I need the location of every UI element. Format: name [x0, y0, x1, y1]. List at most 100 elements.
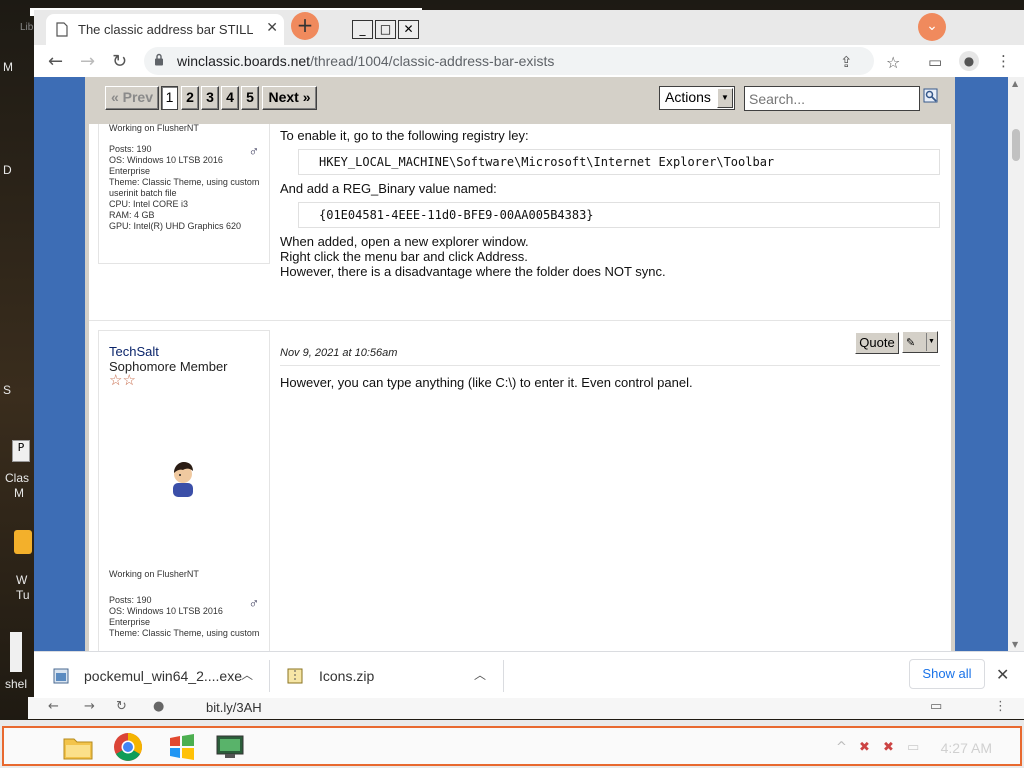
menu-icon: ⋮ [994, 699, 1007, 714]
sidepanel-icon: ▭ [930, 699, 943, 714]
file-explorer-icon[interactable] [62, 732, 94, 762]
actions-dropdown[interactable]: Actions ▼ [659, 86, 735, 110]
user-stat: OS: Windows 10 LTSB 2016 [109, 606, 223, 616]
user-profile-box: Working on FlusherNT ♂ Posts: 190 OS: Wi… [98, 124, 270, 264]
user-stat: Theme: Classic Theme, using custom [109, 628, 260, 638]
scroll-up-icon[interactable]: ▲ [1012, 79, 1018, 88]
dropdown-arrow-icon[interactable]: ▼ [926, 333, 936, 351]
user-stat: Enterprise [109, 166, 151, 176]
notification-icon[interactable]: ▭ [907, 740, 919, 755]
post-text: To enable it, go to the following regist… [280, 128, 529, 143]
search-input[interactable] [744, 86, 920, 111]
url-domain: winclassic.boards.net [177, 53, 311, 69]
user-stat: RAM: 4 GB [109, 210, 155, 220]
bookmark-star-icon[interactable]: ☆ [886, 53, 900, 72]
reload-icon: ↻ [116, 699, 127, 714]
desktop-control[interactable]: P [12, 440, 30, 462]
page-2-button[interactable]: 2 [181, 86, 199, 110]
monitor-app-icon[interactable] [214, 732, 246, 762]
user-stat: Posts: 190 [109, 595, 152, 605]
zip-file-icon [287, 668, 303, 683]
chevron-up-icon[interactable]: ︿ [474, 666, 486, 683]
user-profile-box: TechSalt Sophomore Member ☆☆ Working on … [98, 330, 270, 651]
forward-icon[interactable]: → [80, 51, 95, 72]
tab-active[interactable]: The classic address bar STILL exis ✕ [46, 14, 284, 45]
tab-search-button[interactable]: ⌄ [918, 13, 946, 41]
back-icon: ← [48, 699, 59, 714]
search-icon[interactable] [923, 88, 939, 104]
code-block: HKEY_LOCAL_MACHINE\Software\Microsoft\In… [298, 149, 940, 175]
page-4-button[interactable]: 4 [221, 86, 239, 110]
profile-avatar-icon[interactable]: ● [959, 51, 979, 71]
scrollbar-thumb[interactable] [1012, 129, 1020, 161]
exe-file-icon [53, 668, 69, 683]
user-stat: CPU: Intel CORE i3 [109, 199, 189, 209]
user-stat: Posts: 190 [109, 144, 152, 154]
address-bar[interactable]: winclassic.boards.net/thread/1004/classi… [144, 47, 874, 75]
user-working-on: Working on FlusherNT [109, 569, 199, 579]
post-message: To enable it, go to the following regist… [280, 128, 940, 279]
lock-icon [155, 53, 163, 66]
taskbar-clock[interactable]: 4:27 AM [941, 740, 992, 756]
download-separator [269, 660, 270, 692]
post-options-button[interactable]: ✎ ▼ [902, 331, 938, 353]
volume-error-icon[interactable]: ✖ [883, 740, 894, 755]
desktop-fragment: D [3, 163, 12, 177]
windows-start-icon[interactable] [166, 732, 198, 762]
page-scrollbar[interactable]: ▲ ▼ [1008, 77, 1024, 651]
code-block: {01E04581-4EEE-11d0-BFE9-00AA005B4383} [298, 202, 940, 228]
network-error-icon[interactable]: ✖ [859, 740, 870, 755]
posts-area: Working on FlusherNT ♂ Posts: 190 OS: Wi… [89, 124, 951, 651]
post-divider [89, 320, 951, 321]
tray-chevron-icon[interactable]: ^ [836, 740, 847, 755]
chevron-up-icon[interactable]: ︿ [241, 666, 253, 683]
user-stat: GPU: Intel(R) UHD Graphics 620 [109, 221, 242, 231]
tab-title: The classic address bar STILL exis [78, 22, 253, 37]
page-3-button[interactable]: 3 [201, 86, 219, 110]
page-5-button[interactable]: 5 [241, 86, 259, 110]
minimize-button[interactable]: _ [352, 20, 373, 39]
dropdown-arrow-icon[interactable]: ▼ [717, 88, 733, 108]
back-icon[interactable]: ← [48, 51, 63, 72]
new-tab-button[interactable]: + [291, 12, 319, 40]
prev-page-button[interactable]: « Prev [105, 86, 159, 110]
desktop-fragment: M [14, 486, 24, 500]
desktop-fragment: shel [5, 677, 28, 691]
user-avatar [173, 462, 193, 497]
actions-label: Actions [665, 89, 711, 105]
url-path: /thread/1004/classic-address-bar-exists [310, 53, 555, 69]
page-1-button[interactable]: 1 [161, 86, 178, 110]
post-header-divider [280, 365, 940, 366]
sidepanel-icon[interactable]: ▭ [928, 53, 942, 71]
reload-icon[interactable]: ↻ [112, 51, 127, 72]
post-message: However, you can type anything (like C:\… [280, 375, 693, 390]
download-filename: pockemul_win64_2....exe [84, 667, 242, 684]
page-icon [56, 22, 68, 37]
share-icon[interactable]: ⇪ [840, 53, 853, 71]
post-timestamp: Nov 9, 2021 at 10:56am [280, 347, 398, 359]
scroll-down-icon[interactable]: ▼ [1012, 640, 1018, 649]
post-text: And add a REG_Binary value named: [280, 181, 497, 196]
desktop-panel [10, 632, 22, 672]
desktop-shortcut-icon[interactable] [14, 530, 32, 554]
page-viewport: « Prev 1 2 3 4 5 Next » Actions ▼ Search… [34, 77, 1024, 651]
close-button[interactable]: ✕ [398, 20, 419, 39]
tab-close-icon[interactable]: ✕ [266, 20, 278, 36]
lock-icon: ● [153, 699, 165, 714]
chrome-icon[interactable] [112, 732, 144, 762]
rank-stars-icon: ☆☆ [109, 372, 136, 389]
user-working-on: Working on FlusherNT [109, 124, 199, 133]
close-icon[interactable]: ✕ [996, 665, 1009, 684]
maximize-button[interactable]: □ [375, 20, 396, 39]
url-text[interactable]: winclassic.boards.net/thread/1004/classi… [177, 53, 554, 69]
username-link[interactable]: TechSalt [109, 344, 269, 359]
taskbar-frame: ^ ✖ ✖ ▭ 4:27 AM [2, 726, 1022, 766]
post-date: Nov 9, 2021 at 10:56am [280, 344, 397, 361]
quote-button[interactable]: Quote [855, 332, 899, 354]
next-page-button[interactable]: Next » [262, 86, 317, 110]
download-item[interactable]: Icons.zip [286, 652, 496, 699]
desktop-fragment: M [3, 60, 13, 74]
user-stat: OS: Windows 10 LTSB 2016 [109, 155, 223, 165]
show-all-downloads-button[interactable]: Show all [909, 659, 985, 689]
menu-icon[interactable]: ⋮ [996, 52, 1011, 70]
